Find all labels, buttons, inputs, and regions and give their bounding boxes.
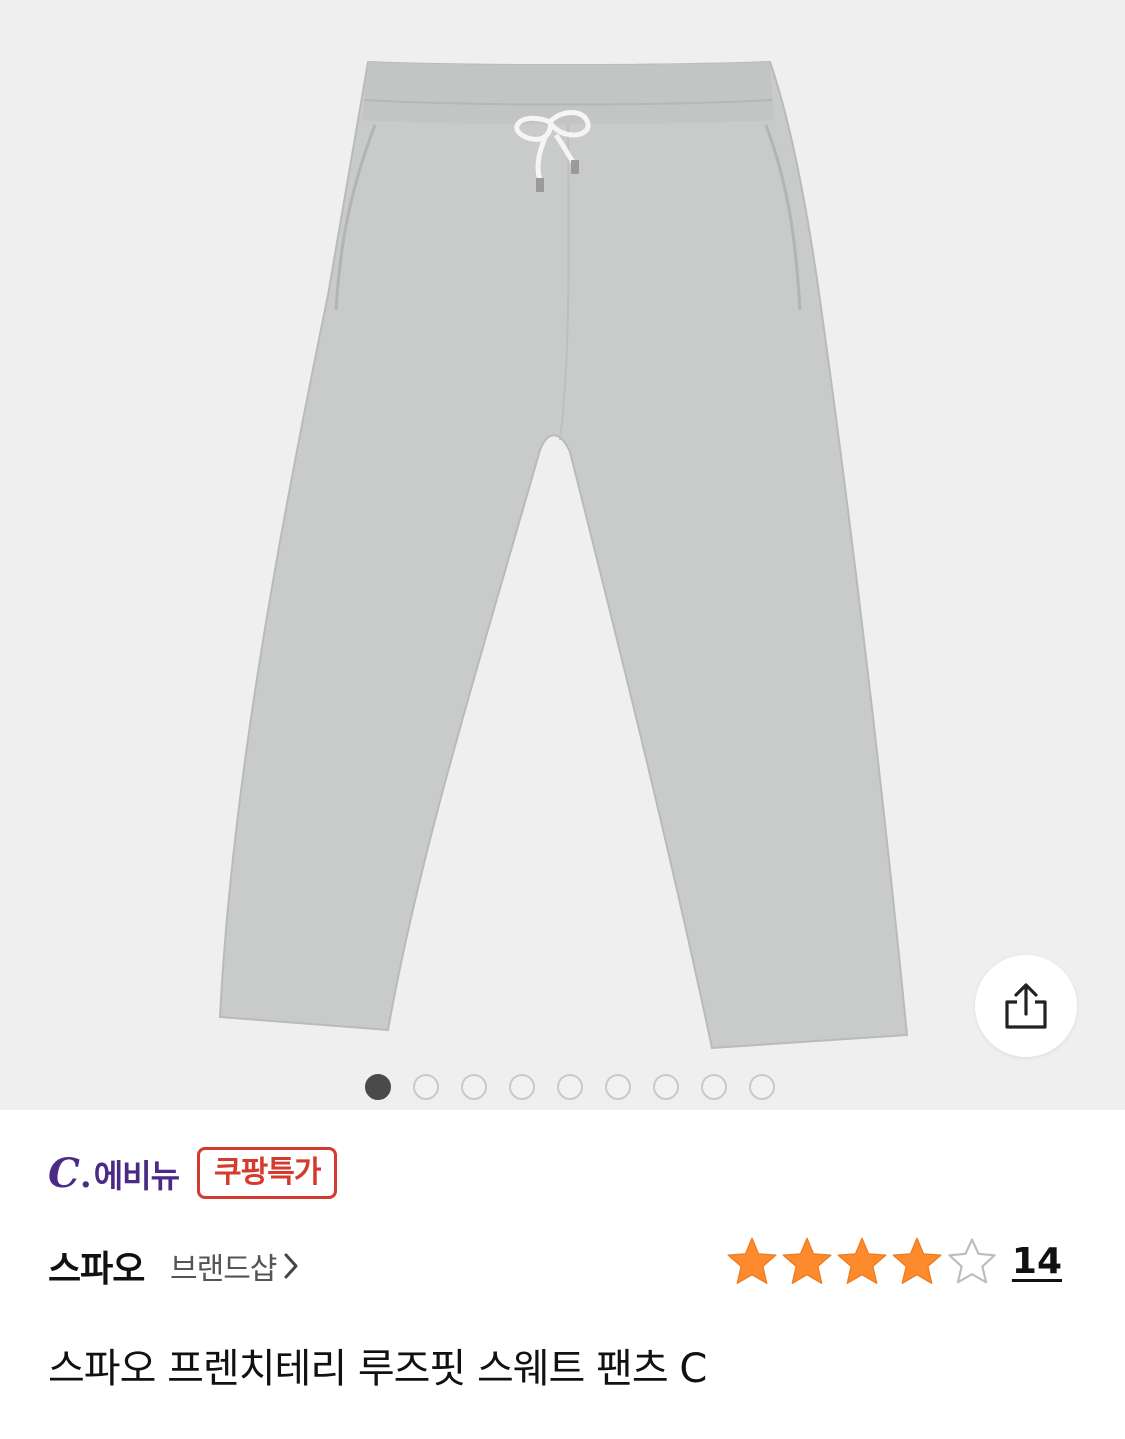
chevron-right-icon xyxy=(284,1253,298,1279)
star-filled-icon xyxy=(892,1237,942,1284)
gallery-pagination xyxy=(0,1074,1125,1100)
gallery-dot[interactable] xyxy=(556,1074,583,1100)
seller-logo: C . 에비뉴 xyxy=(48,1149,180,1197)
star-filled-icon xyxy=(782,1237,832,1284)
star-filled-icon xyxy=(837,1237,887,1284)
share-button[interactable] xyxy=(975,955,1077,1057)
gallery-dot[interactable] xyxy=(412,1074,439,1100)
product-image xyxy=(218,60,909,1050)
product-image-gallery[interactable] xyxy=(0,0,1125,1110)
star-filled-icon xyxy=(727,1237,777,1284)
brand-shop-label: 브랜드샵 xyxy=(170,1252,277,1287)
seller-logo-text: 에비뉴 xyxy=(93,1156,180,1195)
share-icon xyxy=(1005,983,1047,1029)
gallery-dot[interactable] xyxy=(508,1074,535,1100)
deal-badge: 쿠팡특가 xyxy=(197,1147,338,1199)
gallery-dot[interactable] xyxy=(748,1074,775,1100)
product-title: 스파오 프렌치테리 루즈핏 스웨트 팬츠 C xyxy=(48,1346,707,1392)
badge-row: C . 에비뉴 쿠팡특가 xyxy=(48,1143,338,1203)
brand-shop-link[interactable]: 브랜드샵 xyxy=(170,1244,300,1288)
brand-name[interactable]: 스파오 xyxy=(48,1240,145,1292)
star-rating xyxy=(726,1236,998,1286)
rating-summary[interactable]: 14 xyxy=(726,1236,1062,1286)
gallery-dot[interactable] xyxy=(460,1074,487,1100)
gallery-dot[interactable] xyxy=(604,1074,631,1100)
gallery-dot[interactable] xyxy=(364,1074,391,1100)
brand-row: 스파오 브랜드샵 14 xyxy=(48,1236,1078,1292)
gallery-dot[interactable] xyxy=(700,1074,727,1100)
review-count-link[interactable]: 14 xyxy=(1012,1241,1062,1282)
seller-logo-c: C xyxy=(48,1149,80,1197)
seller-logo-dot: . xyxy=(79,1155,92,1196)
star-empty-icon xyxy=(948,1238,996,1284)
gallery-dot[interactable] xyxy=(652,1074,679,1100)
